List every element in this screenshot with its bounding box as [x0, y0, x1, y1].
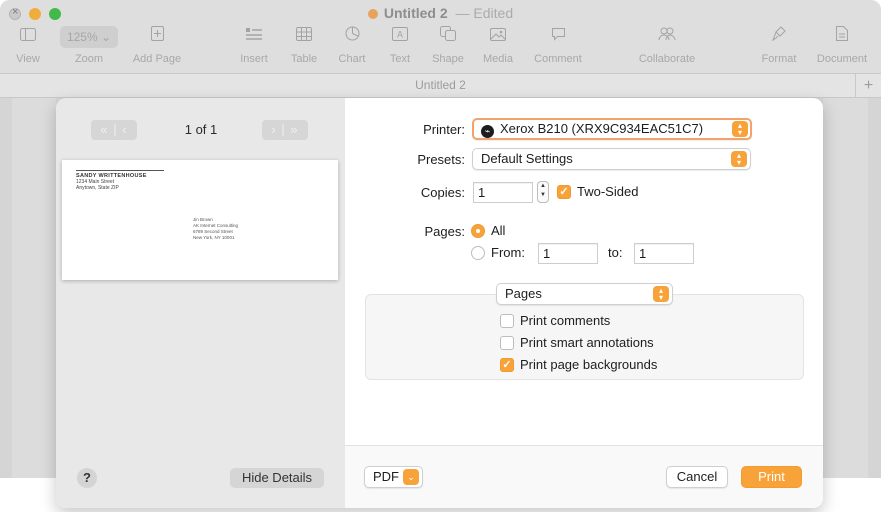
pages-to-field[interactable]: 1 [634, 243, 694, 264]
sidebar-icon [14, 26, 42, 48]
add-page-icon [128, 26, 186, 48]
previous-page-icon[interactable]: ‹ [122, 122, 127, 137]
presets-popup[interactable]: Default Settings ▴ ▾ [472, 148, 751, 170]
page-edge-left [12, 98, 56, 478]
hide-details-button[interactable]: Hide Details [230, 468, 324, 488]
page-count: 1 of 1 [184, 122, 218, 137]
svg-text:A: A [397, 30, 403, 40]
tab-untitled-2[interactable]: Untitled 2 [0, 78, 881, 92]
zoom-value: 125% ⌄ [60, 26, 118, 48]
chart-icon [334, 26, 370, 48]
recipient-address: Jin Brown AK Internet Consulting 6789 Se… [193, 217, 239, 240]
print-button[interactable]: Print [741, 466, 802, 488]
chevron-down-icon: ⌄ [403, 469, 419, 485]
copies-stepper[interactable]: ▲ ▼ [537, 181, 549, 203]
media-button[interactable]: Media [480, 26, 516, 65]
popup-arrows-icon: ▴ ▾ [732, 121, 748, 137]
help-button[interactable]: ? [77, 468, 97, 488]
comment-button[interactable]: Comment [530, 26, 586, 65]
toolbar: View 125% ⌄ Zoom Add Page Insert Table C… [0, 26, 881, 74]
print-settings-pane: Printer: ⌁ Xerox B210 (XRX9C934EAC51C7) ▴… [345, 98, 823, 508]
insert-list-icon [236, 26, 272, 48]
photo-icon [480, 26, 516, 48]
two-sided-checkbox[interactable]: ✓ [557, 185, 571, 199]
pages-range-radio[interactable] [471, 246, 485, 260]
printer-icon: ⌁ [481, 125, 494, 138]
chart-button[interactable]: Chart [334, 26, 370, 65]
copies-field[interactable]: 1 [473, 182, 533, 203]
text-box-icon: A [384, 26, 416, 48]
print-dialog: « | ‹ 1 of 1 › | » SANDY WRITTENHOUSE 12… [56, 98, 823, 508]
print-smart-annotations-label: Print smart annotations [520, 335, 654, 350]
format-button[interactable]: Format [759, 26, 799, 65]
paintbrush-icon [759, 26, 799, 48]
pdf-menu-button[interactable]: PDF ⌄ [364, 466, 423, 488]
print-page-backgrounds-checkbox[interactable]: ✓ [500, 358, 514, 372]
envelope-preview: SANDY WRITTENHOUSE 1234 Main Street Anyt… [62, 160, 338, 280]
presets-label: Presets: [417, 152, 465, 167]
copies-label: Copies: [420, 185, 465, 200]
tab-bar: Untitled 2 + [0, 74, 881, 98]
pages-all-label: All [491, 223, 506, 238]
title-bar: Untitled 2 — Edited View 125% ⌄ Zoom Add… [0, 0, 881, 74]
add-page-button[interactable]: Add Page [128, 26, 186, 65]
next-page-buttons[interactable]: › | » [262, 120, 308, 140]
popup-arrows-icon: ▴ ▾ [653, 286, 669, 302]
pages-from-field[interactable]: 1 [538, 243, 598, 264]
document-icon [367, 9, 378, 19]
zoom-popup[interactable]: 125% ⌄ Zoom [59, 26, 119, 65]
comment-icon [530, 26, 586, 48]
pages-label: Pages: [424, 224, 465, 239]
popup-arrows-icon: ▴ ▾ [731, 151, 747, 167]
pages-from-label: From: [491, 245, 525, 260]
print-comments-checkbox[interactable] [500, 314, 514, 328]
last-page-icon[interactable]: » [290, 122, 298, 137]
pages-all-radio[interactable] [471, 224, 485, 238]
table-icon [286, 26, 322, 48]
collaborate-icon [634, 26, 700, 48]
insert-button[interactable]: Insert [236, 26, 272, 65]
edited-indicator: — Edited [451, 5, 514, 21]
previous-page-buttons[interactable]: « | ‹ [91, 120, 137, 140]
pages-to-label: to: [608, 245, 623, 260]
cancel-button[interactable]: Cancel [666, 466, 728, 488]
print-smart-annotations-checkbox[interactable] [500, 336, 514, 350]
two-sided-label: Two-Sided [577, 184, 639, 199]
section-popup[interactable]: Pages ▴ ▾ [496, 283, 673, 305]
sender-rule [76, 170, 164, 171]
new-tab-button[interactable]: + [855, 74, 881, 98]
print-page-backgrounds-label: Print page backgrounds [520, 357, 658, 372]
next-page-icon[interactable]: › [271, 122, 276, 137]
printer-label: Printer: [423, 122, 465, 137]
table-button[interactable]: Table [286, 26, 322, 65]
window-title: Untitled 2 — Edited [0, 5, 881, 21]
collaborate-button[interactable]: Collaborate [634, 26, 700, 65]
sender-address: SANDY WRITTENHOUSE 1234 Main Street Anyt… [76, 173, 147, 191]
page-edge-right [823, 98, 868, 478]
document-settings-icon [813, 26, 871, 48]
shape-icon [430, 26, 466, 48]
document-button[interactable]: Document [813, 26, 871, 65]
text-button[interactable]: A Text [384, 26, 416, 65]
printer-popup[interactable]: ⌁ Xerox B210 (XRX9C934EAC51C7) ▴ ▾ [472, 118, 752, 140]
print-preview-pane: « | ‹ 1 of 1 › | » SANDY WRITTENHOUSE 12… [56, 98, 345, 508]
print-comments-label: Print comments [520, 313, 611, 328]
shape-button[interactable]: Shape [430, 26, 466, 65]
first-page-icon[interactable]: « [100, 122, 108, 137]
view-button[interactable]: View [14, 26, 42, 65]
